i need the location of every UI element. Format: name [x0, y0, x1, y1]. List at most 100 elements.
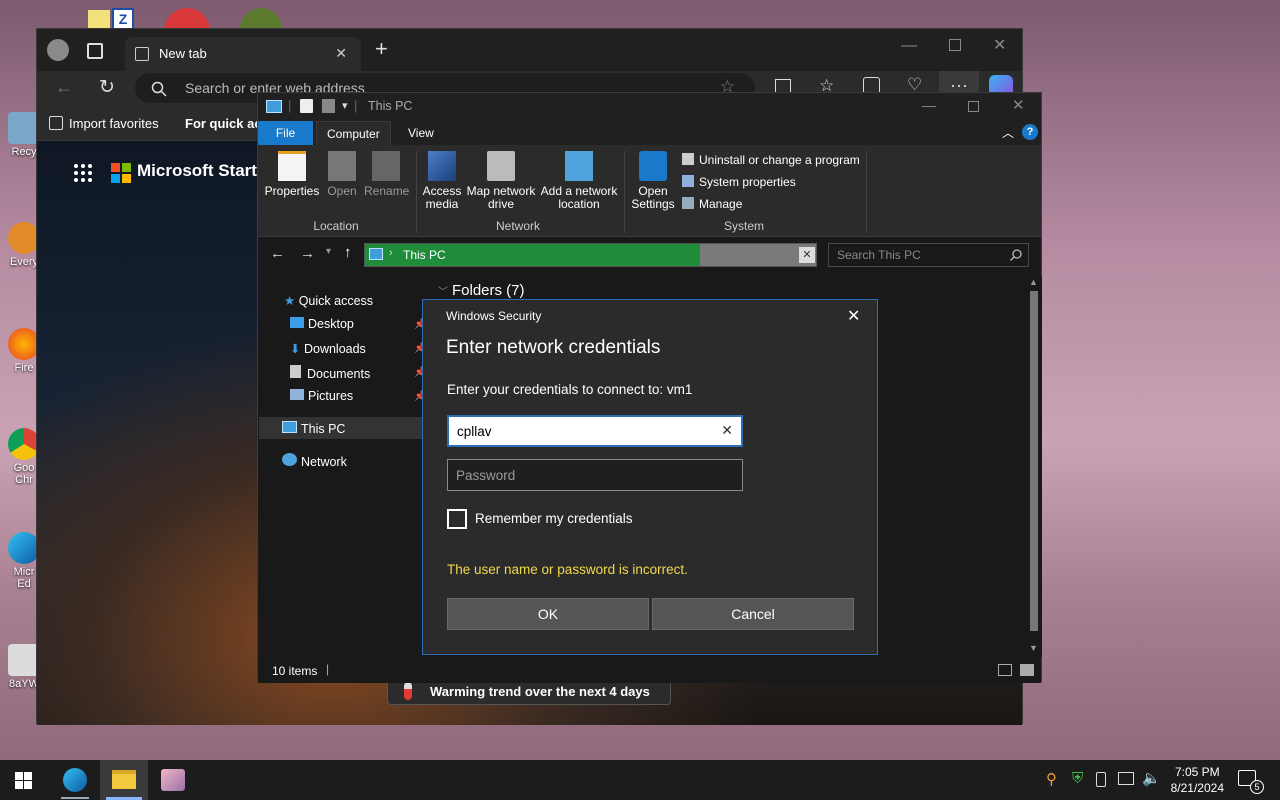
- scrollbar-thumb[interactable]: [1030, 291, 1038, 631]
- edge-tab-bar: New tab ✕ + — ✕: [37, 29, 1022, 71]
- nav-documents-label: Documents: [307, 367, 371, 381]
- close-dialog-icon[interactable]: ✕: [847, 306, 860, 326]
- taskbar-edge[interactable]: [51, 760, 99, 800]
- help-icon[interactable]: ?: [1022, 124, 1038, 140]
- profile-icon[interactable]: [47, 39, 69, 61]
- vertical-scrollbar[interactable]: ▲ ▼: [1026, 277, 1042, 657]
- new-tab-button[interactable]: +: [375, 37, 388, 61]
- properties-icon: [278, 151, 306, 181]
- tab-new-tab[interactable]: New tab ✕: [125, 37, 361, 71]
- app-launcher-icon[interactable]: [73, 163, 93, 183]
- taskbar-file-explorer[interactable]: [100, 760, 148, 800]
- back-arrow-icon[interactable]: ←: [55, 77, 73, 98]
- minimize-icon[interactable]: —: [922, 97, 936, 113]
- open-button[interactable]: Open: [324, 151, 360, 198]
- this-pc-icon: [266, 100, 282, 113]
- nav-quick-access[interactable]: ★ Quick access: [284, 293, 373, 308]
- network-tray-icon[interactable]: [1118, 772, 1134, 785]
- refresh-icon[interactable]: ↻: [99, 76, 115, 99]
- folders-group-header[interactable]: Folders (7): [452, 282, 525, 299]
- microsoft-start-brand[interactable]: Microsoft Start: [137, 161, 257, 181]
- expand-chevron-icon[interactable]: ﹀: [438, 283, 448, 298]
- new-tab-page-icon: [135, 47, 149, 61]
- scroll-down-icon[interactable]: ▼: [1029, 643, 1038, 653]
- windows-security-dialog: Windows Security ✕ Enter network credent…: [422, 299, 878, 655]
- maximize-icon[interactable]: [968, 101, 979, 112]
- password-placeholder: Password: [456, 468, 516, 483]
- tab-file[interactable]: File: [258, 121, 313, 145]
- manage-link[interactable]: Manage: [682, 197, 742, 211]
- this-pc-icon: [282, 421, 297, 433]
- tab-computer[interactable]: Computer: [316, 121, 391, 145]
- close-tab-icon[interactable]: ✕: [335, 45, 347, 62]
- recent-locations-icon[interactable]: ▾: [326, 246, 331, 257]
- username-value: cpllav: [457, 424, 492, 439]
- forward-arrow-icon[interactable]: →: [300, 245, 315, 262]
- nav-desktop[interactable]: Desktop: [290, 317, 354, 331]
- system-properties-label: System properties: [699, 175, 796, 189]
- nav-pictures[interactable]: Pictures: [290, 389, 353, 403]
- workspaces-icon[interactable]: [87, 43, 103, 59]
- pictures-icon: [290, 389, 304, 400]
- properties-button[interactable]: Properties: [264, 151, 320, 198]
- maximize-icon[interactable]: [949, 39, 961, 51]
- clock[interactable]: 7:05 PM 8/21/2024: [1171, 764, 1224, 796]
- rename-button[interactable]: Rename: [364, 151, 409, 198]
- password-field[interactable]: Password: [447, 459, 743, 491]
- navigation-bar: ← → ▾ ↑ › This PC ✕ Search This PC: [258, 241, 1041, 269]
- volume-muted-icon[interactable]: 🔈: [1142, 769, 1161, 787]
- breadcrumb-this-pc[interactable]: This PC: [403, 248, 446, 262]
- desktop-icon-label: Recy: [11, 146, 37, 158]
- search-box[interactable]: Search This PC: [828, 243, 1029, 267]
- properties-qat-icon[interactable]: [300, 99, 313, 113]
- collapse-ribbon-icon[interactable]: ︿: [1002, 124, 1014, 141]
- nav-this-pc[interactable]: This PC: [282, 421, 345, 436]
- cancel-button[interactable]: Cancel: [652, 598, 854, 630]
- details-view-icon[interactable]: [998, 664, 1012, 676]
- uninstall-label: Uninstall or change a program: [699, 153, 860, 167]
- ok-button[interactable]: OK: [447, 598, 649, 630]
- settings-gear-icon: [639, 151, 667, 181]
- search-placeholder: Search This PC: [837, 248, 921, 262]
- large-icons-view-icon[interactable]: [1020, 664, 1034, 676]
- close-window-icon[interactable]: ✕: [993, 35, 1006, 55]
- access-media-button[interactable]: Access media: [420, 151, 464, 211]
- tab-view[interactable]: View: [398, 121, 444, 145]
- up-arrow-icon[interactable]: ↑: [344, 244, 352, 261]
- open-settings-button[interactable]: Open Settings: [628, 151, 678, 211]
- remember-credentials-label[interactable]: Remember my credentials: [475, 511, 633, 526]
- documents-icon: [290, 365, 301, 378]
- taskbar: ⚲ ⛨ 🔈 7:05 PM 8/21/2024 5: [0, 760, 1280, 800]
- map-network-drive-button[interactable]: Map network drive: [464, 151, 538, 211]
- nav-network[interactable]: Network: [282, 453, 347, 469]
- stop-loading-icon[interactable]: ✕: [799, 247, 815, 263]
- dialog-title: Enter network credentials: [446, 337, 661, 358]
- usb-device-icon[interactable]: [1096, 772, 1106, 787]
- favorite-import[interactable]: Import favorites: [69, 116, 159, 131]
- username-field[interactable]: cpllav ✕: [447, 415, 743, 447]
- nav-documents[interactable]: Documents: [290, 365, 370, 381]
- address-bar[interactable]: › This PC ✕: [364, 243, 817, 267]
- clear-input-icon[interactable]: ✕: [721, 422, 733, 439]
- add-network-location-label: Add a network location: [540, 184, 618, 211]
- access-media-icon: [428, 151, 456, 181]
- add-network-location-button[interactable]: Add a network location: [538, 151, 620, 211]
- new-folder-qat-icon[interactable]: [322, 99, 335, 113]
- nav-downloads[interactable]: ⬇ Downloads: [290, 341, 366, 356]
- this-pc-icon: [369, 248, 383, 260]
- taskbar-app[interactable]: [149, 760, 197, 800]
- status-separator: |: [326, 662, 330, 676]
- qat-dropdown-icon[interactable]: ▾: [342, 99, 348, 112]
- minimize-icon[interactable]: —: [901, 37, 917, 55]
- system-properties-link[interactable]: System properties: [682, 175, 796, 189]
- notification-count-badge: 5: [1250, 780, 1264, 794]
- search-tray-icon[interactable]: ⚲: [1046, 770, 1057, 788]
- remember-credentials-checkbox[interactable]: [447, 509, 467, 529]
- scroll-up-icon[interactable]: ▲: [1029, 277, 1038, 287]
- nav-downloads-label: Downloads: [303, 342, 366, 356]
- back-arrow-icon[interactable]: ←: [270, 245, 285, 262]
- start-button[interactable]: [0, 760, 48, 800]
- close-window-icon[interactable]: ✕: [1012, 96, 1025, 114]
- security-shield-icon[interactable]: ⛨: [1072, 770, 1083, 787]
- uninstall-program-link[interactable]: Uninstall or change a program: [682, 153, 860, 167]
